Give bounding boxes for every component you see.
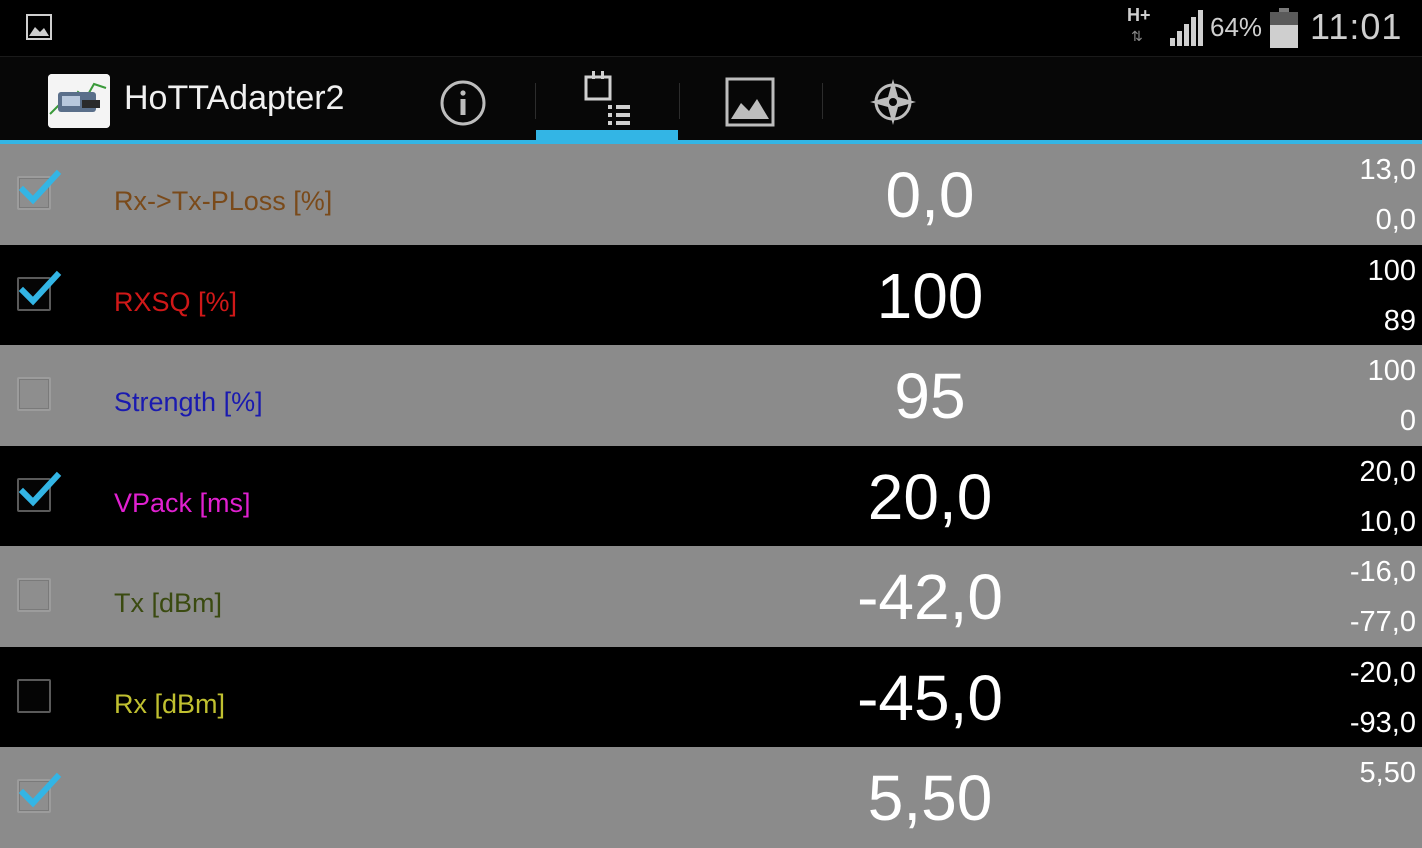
action-bar: HoTTAdapter2	[0, 56, 1422, 141]
data-arrows-icon: ⇅	[1131, 28, 1143, 44]
sensor-list-icon	[584, 71, 630, 125]
sensor-label: Strength [%]	[114, 387, 263, 417]
sensor-row[interactable]: Rx->Tx-PLoss [%] 0,0 13,0 0,0	[0, 144, 1422, 245]
sensor-min: 0	[1399, 405, 1416, 437]
sensor-row[interactable]: RXSQ [%] 100 100 89	[0, 245, 1422, 346]
sensor-value: 0,0	[885, 159, 975, 231]
checkmark-icon	[19, 270, 62, 306]
clock: 11:01	[1310, 6, 1403, 47]
sensor-checkbox[interactable]	[17, 377, 51, 411]
tab-sensor-list[interactable]	[536, 57, 678, 141]
battery-icon	[1270, 8, 1298, 48]
sensor-max: 100	[1367, 255, 1416, 287]
checkmark-icon	[19, 169, 62, 205]
sensor-label: Rx [dBm]	[114, 689, 226, 719]
tab-info[interactable]	[392, 57, 534, 141]
sensor-checkbox[interactable]	[17, 578, 51, 612]
sensor-value: 5,50	[867, 762, 993, 834]
sensor-max: 20,0	[1359, 456, 1416, 488]
sensor-min: 10,0	[1359, 506, 1416, 538]
sensor-label: Rx->Tx-PLoss [%]	[114, 186, 333, 216]
sensor-row[interactable]: Strength [%] 95 100 0	[0, 345, 1422, 446]
gps-target-icon	[870, 79, 916, 125]
sensor-max: 100	[1367, 355, 1416, 387]
sensor-max: -16,0	[1349, 556, 1416, 588]
sensor-min: 0,0	[1375, 204, 1416, 236]
sensor-value: 100	[876, 260, 984, 332]
signal-icon	[1170, 10, 1203, 46]
sensor-label: RXSQ [%]	[114, 287, 238, 317]
info-icon	[440, 80, 486, 126]
sensor-checkbox[interactable]	[17, 169, 62, 210]
tab-gps[interactable]	[822, 57, 964, 141]
sensor-row[interactable]: VPack [ms] 20,0 20,0 10,0	[0, 446, 1422, 547]
gallery-notification-icon	[26, 14, 52, 40]
battery-percent: 64%	[1210, 12, 1263, 42]
sensor-max: -20,0	[1349, 657, 1416, 689]
checkmark-icon	[19, 772, 62, 808]
sensor-checkbox[interactable]	[17, 270, 62, 311]
sensor-row[interactable]: 5,50 5,50	[0, 747, 1422, 848]
status-bar: H+ ⇅ 64% 11:01	[0, 0, 1422, 56]
sensor-label: Tx [dBm]	[114, 588, 223, 618]
sensor-value: 95	[894, 360, 966, 432]
app-logo-icon[interactable]	[48, 74, 110, 128]
sensor-min: 89	[1383, 305, 1416, 337]
sensor-min: -77,0	[1349, 606, 1416, 638]
sensor-value: 20,0	[867, 461, 993, 533]
sensor-row[interactable]: Tx [dBm] -42,0 -16,0 -77,0	[0, 546, 1422, 647]
tab-graph[interactable]	[679, 57, 821, 141]
sensor-value: -42,0	[857, 561, 1003, 633]
image-icon	[725, 77, 775, 127]
sensor-max: 13,0	[1359, 154, 1416, 186]
sensor-min: -93,0	[1349, 707, 1416, 739]
sensor-row[interactable]: Rx [dBm] -45,0 -20,0 -93,0	[0, 647, 1422, 748]
sensor-list: Rx->Tx-PLoss [%] 0,0 13,0 0,0 RXSQ [%] 100 100…	[0, 144, 1422, 848]
checkmark-icon	[19, 471, 62, 507]
sensor-label: VPack [ms]	[114, 488, 251, 518]
selected-tab-indicator	[536, 130, 678, 140]
sensor-checkbox[interactable]	[17, 471, 62, 512]
app-title: HoTTAdapter2	[124, 79, 345, 117]
sensor-max: 5,50	[1359, 757, 1416, 789]
sensor-value: -45,0	[857, 662, 1003, 734]
network-type: H+	[1127, 5, 1151, 25]
sensor-checkbox[interactable]	[17, 772, 62, 813]
sensor-checkbox[interactable]	[17, 679, 51, 713]
